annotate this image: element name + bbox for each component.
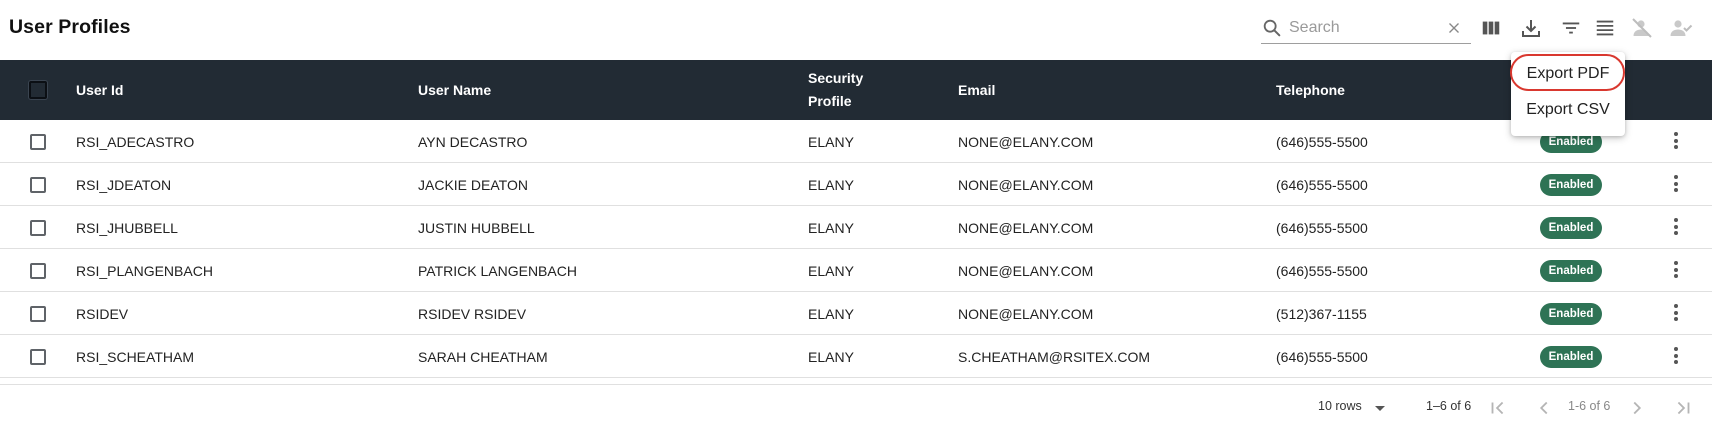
- column-header-security-profile[interactable]: Security Profile: [808, 67, 863, 113]
- page-title: User Profiles: [9, 16, 131, 38]
- cell-email: NONE@ELANY.COM: [958, 177, 1094, 193]
- table-footer: 10 rows 1–6 of 6 1-6 of 6: [0, 384, 1712, 428]
- more-vert-icon[interactable]: [1672, 132, 1680, 152]
- cell-user-name: RSIDEV RSIDEV: [418, 306, 527, 322]
- next-page-icon[interactable]: [1626, 397, 1648, 419]
- table-row[interactable]: RSIDEV RSIDEV RSIDEV ELANY NONE@ELANY.COM (5…: [0, 292, 1712, 335]
- more-vert-icon[interactable]: [1672, 261, 1680, 281]
- search-icon: [1263, 19, 1281, 37]
- filter-icon[interactable]: [1557, 14, 1585, 42]
- more-vert-icon[interactable]: [1672, 218, 1680, 238]
- cell-user-id: RSI_PLANGENBACH: [76, 263, 213, 279]
- cell-telephone: (512)367-1155: [1276, 306, 1367, 322]
- cell-telephone: (646)555-5500: [1276, 134, 1368, 150]
- row-checkbox[interactable]: [30, 134, 46, 150]
- cell-telephone: (646)555-5500: [1276, 263, 1368, 279]
- more-vert-icon[interactable]: [1672, 175, 1680, 195]
- cell-user-id: RSIDEV: [76, 306, 129, 322]
- rows-per-page-value: 10 rows: [1318, 399, 1362, 413]
- status-badge: Enabled: [1540, 174, 1602, 196]
- cell-security-profile: ELANY: [808, 263, 854, 279]
- person-check-icon[interactable]: [1667, 14, 1695, 42]
- table-row[interactable]: RSI_JDEATON JACKIE DEATON ELANY NONE@ELANY.…: [0, 163, 1712, 206]
- status-badge: Enabled: [1540, 303, 1602, 325]
- column-header-security-profile-line2: Profile: [808, 93, 852, 109]
- range-text: 1–6 of 6: [1426, 399, 1472, 413]
- chevron-down-icon[interactable]: [1375, 406, 1385, 411]
- cell-user-name: SARAH CHEATHAM: [418, 349, 548, 365]
- cell-user-id: RSI_SCHEATHAM: [76, 349, 194, 365]
- more-vert-icon[interactable]: [1672, 304, 1680, 324]
- cell-user-id: RSI_JDEATON: [76, 177, 172, 193]
- search-input[interactable]: [1289, 17, 1439, 39]
- cell-email: NONE@ELANY.COM: [958, 134, 1094, 150]
- page-text: 1-6 of 6: [1568, 399, 1611, 413]
- columns-icon[interactable]: [1477, 14, 1505, 42]
- export-pdf-menu-item[interactable]: Export PDF: [1511, 57, 1625, 91]
- person-off-icon[interactable]: [1628, 14, 1656, 42]
- cell-email: NONE@ELANY.COM: [958, 220, 1094, 236]
- cell-user-id: RSI_ADECASTRO: [76, 134, 195, 150]
- cell-user-id: RSI_JHUBBELL: [76, 220, 178, 236]
- cell-security-profile: ELANY: [808, 134, 854, 150]
- status-badge: Enabled: [1540, 346, 1602, 368]
- cell-email: NONE@ELANY.COM: [958, 306, 1094, 322]
- cell-security-profile: ELANY: [808, 306, 854, 322]
- column-header-email[interactable]: Email: [958, 79, 995, 102]
- cell-telephone: (646)555-5500: [1276, 177, 1368, 193]
- column-header-telephone[interactable]: Telephone: [1276, 79, 1345, 102]
- row-checkbox[interactable]: [30, 306, 46, 322]
- download-icon[interactable]: [1517, 14, 1545, 42]
- column-header-user-name[interactable]: User Name: [418, 79, 491, 102]
- last-page-icon[interactable]: [1672, 397, 1694, 419]
- cell-user-name: JUSTIN HUBBELL: [418, 220, 535, 236]
- more-vert-icon[interactable]: [1672, 347, 1680, 367]
- page-header: User Profiles: [0, 0, 1712, 60]
- table-header: User Id User Name Security Profile Email…: [0, 60, 1712, 120]
- export-menu: Export PDF Export CSV: [1511, 52, 1625, 136]
- cell-user-name: JACKIE DEATON: [418, 177, 528, 193]
- status-badge: Enabled: [1540, 217, 1602, 239]
- cell-security-profile: ELANY: [808, 220, 854, 236]
- column-header-security-profile-line1: Security: [808, 70, 864, 86]
- column-header-user-id[interactable]: User Id: [76, 79, 123, 102]
- table-row[interactable]: RSI_JHUBBELL JUSTIN HUBBELL ELANY NONE@ELAN…: [0, 206, 1712, 249]
- cell-email: S.CHEATHAM@RSITEX.COM: [958, 349, 1151, 365]
- clear-search-icon[interactable]: [1445, 19, 1463, 37]
- row-checkbox[interactable]: [30, 349, 46, 365]
- table-row[interactable]: RSI_PLANGENBACH PATRICK LANGENBACH ELANY NO…: [0, 249, 1712, 292]
- density-icon[interactable]: [1591, 14, 1619, 42]
- cell-user-name: PATRICK LANGENBACH: [418, 263, 577, 279]
- cell-email: NONE@ELANY.COM: [958, 263, 1094, 279]
- status-badge: Enabled: [1540, 260, 1602, 282]
- export-csv-menu-item[interactable]: Export CSV: [1511, 93, 1625, 127]
- row-checkbox[interactable]: [30, 263, 46, 279]
- table-row[interactable]: RSI_SCHEATHAM SARAH CHEATHAM ELANY S.CHEATH…: [0, 335, 1712, 378]
- first-page-icon[interactable]: [1487, 397, 1509, 419]
- cell-security-profile: ELANY: [808, 177, 854, 193]
- cell-security-profile: ELANY: [808, 349, 854, 365]
- cell-telephone: (646)555-5500: [1276, 349, 1368, 365]
- row-checkbox[interactable]: [30, 177, 46, 193]
- cell-telephone: (646)555-5500: [1276, 220, 1368, 236]
- row-checkbox[interactable]: [30, 220, 46, 236]
- table-row[interactable]: RSI_ADECASTRO AYN DECASTRO ELANY NONE@ELANY…: [0, 120, 1712, 163]
- previous-page-icon[interactable]: [1533, 397, 1555, 419]
- cell-user-name: AYN DECASTRO: [418, 134, 528, 150]
- search-box[interactable]: [1261, 12, 1471, 44]
- select-all-checkbox[interactable]: [29, 81, 47, 99]
